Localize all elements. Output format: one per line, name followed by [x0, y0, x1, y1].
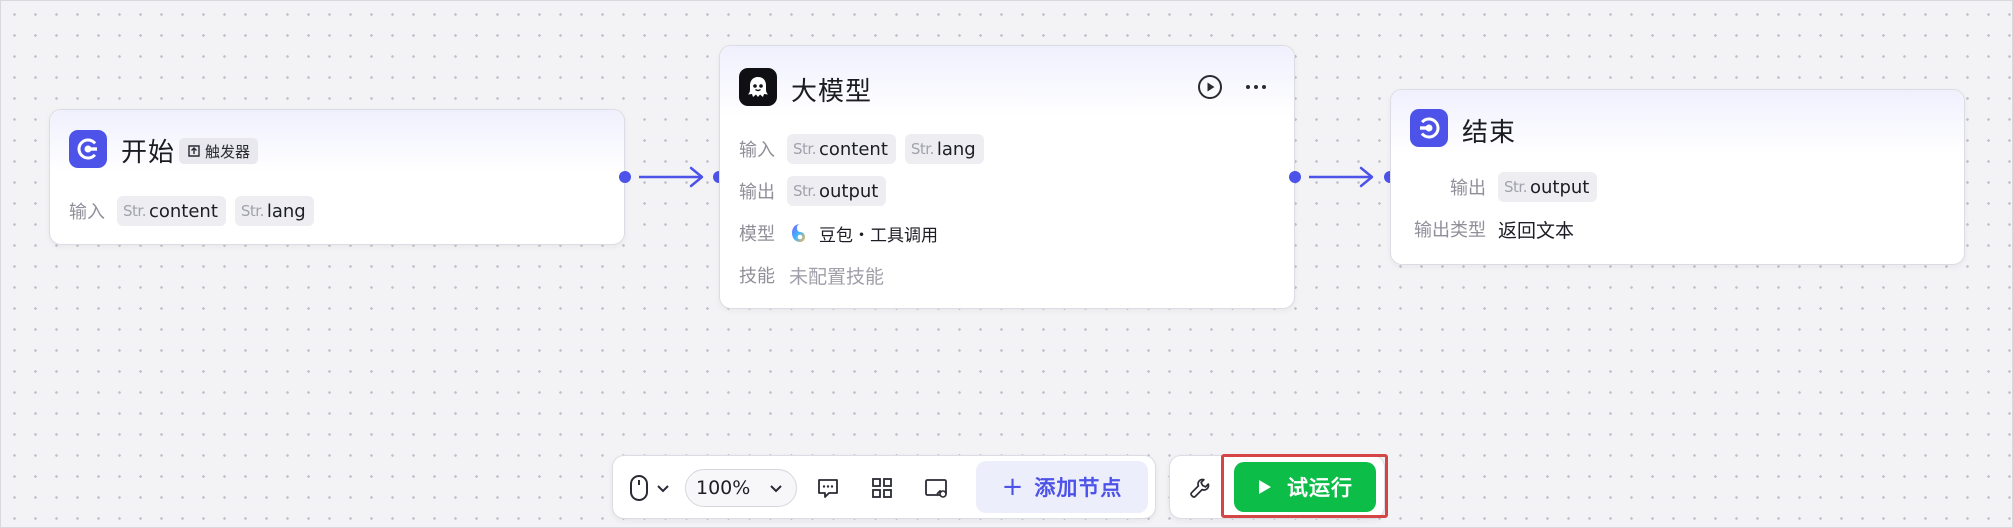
comment-button[interactable]	[809, 470, 847, 506]
llm-input-tag-lang: Str. lang	[904, 134, 984, 164]
start-input-tag-content: Str. content	[117, 196, 226, 226]
edge-start-to-llm	[639, 166, 704, 188]
llm-model-label: 模型	[739, 224, 775, 245]
llm-node[interactable]: 大模型 输入 Str. content Str. lang 输出 Str. ou…	[719, 45, 1295, 309]
comment-icon	[818, 479, 838, 498]
var-type: Str.	[240, 202, 264, 220]
llm-run-button[interactable]	[1193, 70, 1227, 104]
more-horizontal-icon	[1246, 85, 1266, 89]
minimap-icon	[925, 479, 947, 498]
var-name: lang	[936, 138, 976, 160]
end-node[interactable]: 结束 输出 Str. output 输出类型 返回文本	[1390, 89, 1965, 265]
canvas-toolbar: 100% + 添加节点	[612, 455, 1156, 519]
end-output-type-value: 返回文本	[1498, 219, 1575, 242]
llm-skill-value: 未配置技能	[789, 265, 885, 288]
start-node[interactable]: 开始 触发器 输入 Str. content Str. lang	[49, 109, 625, 245]
var-type: Str.	[793, 182, 816, 200]
end-output-row: 输出 Str. output	[1410, 170, 1606, 204]
start-node-title: 开始	[121, 138, 176, 168]
llm-output-tag-output: Str. output	[787, 176, 887, 206]
end-node-title: 结束	[1462, 118, 1517, 148]
var-type: Str.	[1504, 178, 1527, 196]
end-output-label: 输出	[1450, 178, 1486, 199]
zoom-value: 100%	[696, 477, 751, 499]
start-input-row: 输入 Str. content Str. lang	[69, 194, 323, 228]
llm-skill-label: 技能	[739, 266, 775, 287]
run-button-highlight	[1221, 454, 1388, 518]
end-output-type-row: 输出类型 返回文本	[1410, 212, 1574, 246]
wrench-icon	[1190, 478, 1210, 498]
doubao-model-icon	[792, 224, 805, 242]
edge-llm-to-end	[1309, 166, 1374, 188]
var-type: Str.	[910, 140, 934, 158]
llm-robot-icon	[739, 68, 777, 106]
play-circle-icon	[1198, 75, 1222, 99]
llm-input-label: 输入	[739, 140, 775, 161]
mouse-icon	[630, 475, 648, 501]
plus-icon: +	[1001, 472, 1025, 502]
add-node-button[interactable]: + 添加节点	[976, 461, 1148, 513]
llm-output-label: 输出	[739, 182, 775, 203]
end-output-tag-output: Str. output	[1498, 172, 1598, 202]
llm-input-tag-content: Str. content	[787, 134, 896, 164]
var-name: content	[148, 200, 218, 222]
var-name: content	[818, 138, 888, 160]
llm-output-row: 输出 Str. output	[739, 174, 895, 208]
interaction-mode-button[interactable]	[625, 470, 675, 506]
llm-model-value: 豆包・工具调用	[819, 225, 938, 246]
trigger-icon	[188, 145, 200, 157]
add-node-label: 添加节点	[1034, 476, 1123, 500]
var-type: Str.	[123, 202, 146, 220]
zoom-select[interactable]: 100%	[685, 469, 797, 507]
llm-input-row: 输入 Str. content Str. lang	[739, 132, 993, 166]
chevron-down-icon	[657, 485, 669, 493]
auto-layout-button[interactable]	[863, 470, 901, 506]
start-input-tag-lang: Str. lang	[234, 196, 314, 226]
trigger-badge[interactable]: 触发器	[179, 138, 259, 164]
settings-button[interactable]	[1182, 470, 1218, 506]
llm-more-button[interactable]	[1239, 70, 1273, 104]
start-input-label: 输入	[69, 202, 105, 223]
end-node-icon	[1410, 109, 1448, 147]
start-output-port[interactable]	[619, 171, 631, 183]
end-output-type-label: 输出类型	[1414, 220, 1486, 241]
start-node-icon	[69, 130, 107, 168]
minimap-button[interactable]	[917, 470, 955, 506]
trigger-badge-label: 触发器	[205, 142, 251, 161]
var-name: output	[1529, 176, 1590, 198]
auto-layout-icon	[872, 478, 892, 498]
var-name: lang	[266, 200, 306, 222]
llm-node-title: 大模型	[791, 77, 873, 107]
var-type: Str.	[793, 140, 816, 158]
chevron-down-icon	[770, 485, 782, 493]
var-name: output	[818, 180, 879, 202]
llm-skill-row: 技能 未配置技能	[739, 258, 884, 292]
llm-model-row: 模型 豆包・工具调用	[739, 216, 938, 250]
llm-output-port[interactable]	[1289, 171, 1301, 183]
